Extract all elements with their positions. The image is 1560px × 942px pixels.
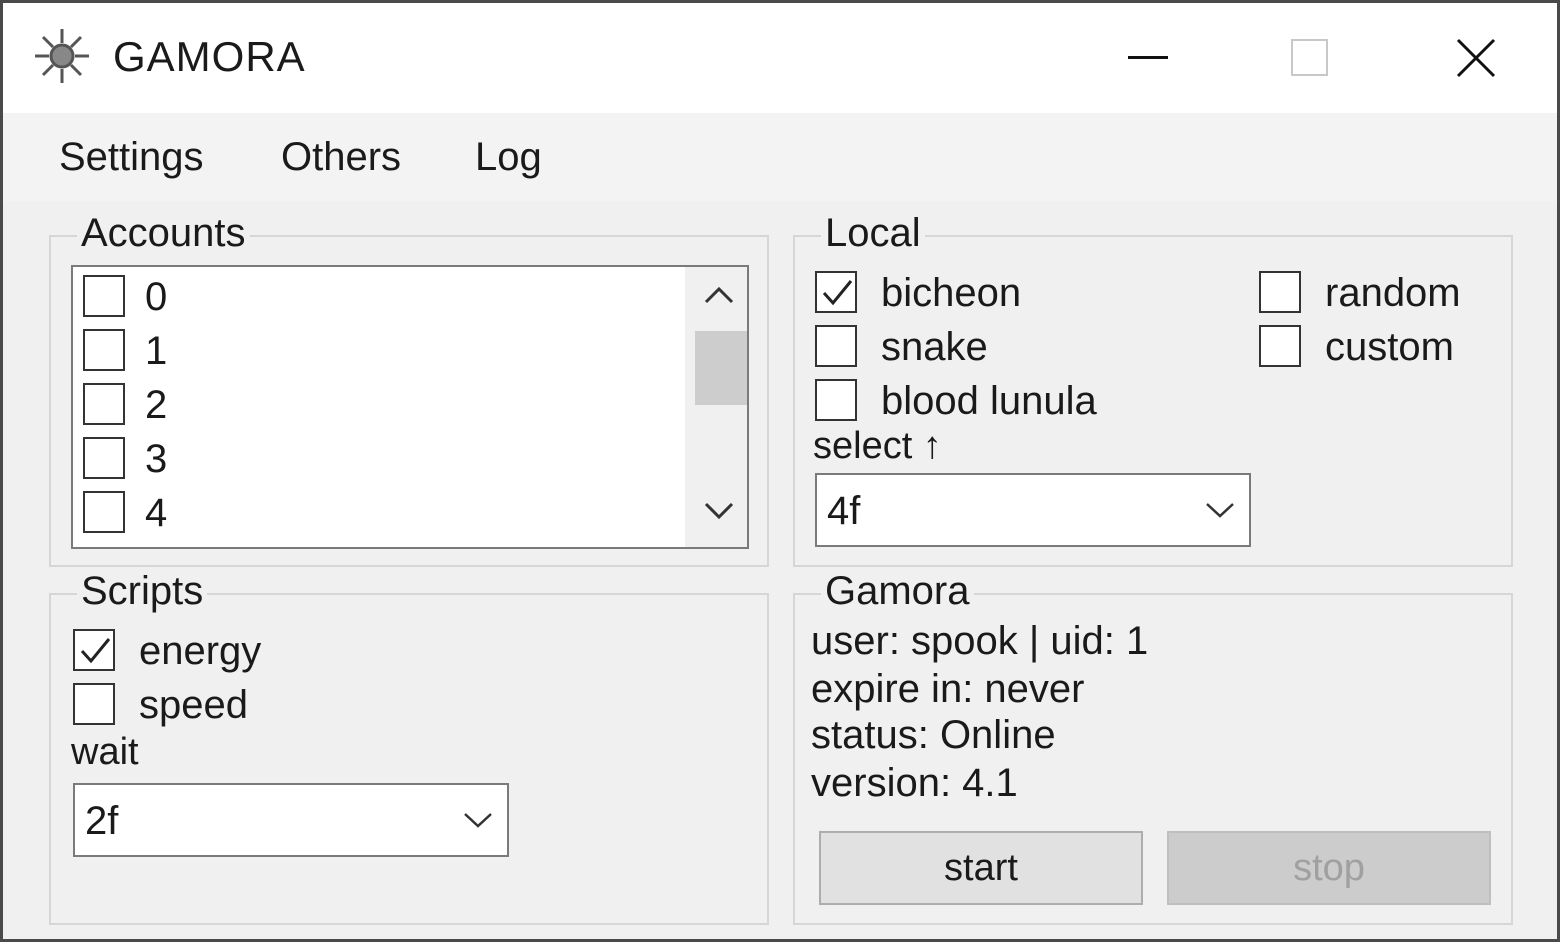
version-info-text: version: 4.1 (811, 761, 1018, 805)
snake-label: snake (881, 325, 988, 369)
energy-label: energy (139, 629, 262, 673)
custom-label: custom (1325, 325, 1454, 369)
scroll-up-button[interactable] (695, 273, 745, 323)
window-title: GAMORA (113, 33, 306, 80)
local-select-dropdown[interactable]: 4f (815, 473, 1251, 547)
minimize-button[interactable] (1073, 3, 1223, 113)
start-button[interactable]: start (819, 831, 1143, 905)
minimize-icon (1128, 56, 1168, 59)
chevron-down-icon (704, 502, 734, 520)
gamora-info-group: Gamora user: spook | uid: 1 expire in: n… (793, 569, 1513, 925)
account-4-checkbox[interactable] (83, 491, 125, 533)
bicheon-checkbox[interactable] (815, 271, 857, 313)
close-button[interactable] (1401, 3, 1551, 113)
account-3-label: 3 (145, 437, 168, 481)
custom-checkbox[interactable] (1259, 325, 1301, 367)
menu-bar: Settings Others Log (3, 113, 1557, 201)
scroll-thumb[interactable] (695, 331, 747, 405)
scripts-legend: Scripts (77, 569, 208, 614)
chevron-down-icon (1206, 503, 1234, 518)
checkmark-icon (80, 638, 111, 664)
chevron-up-icon (704, 286, 734, 304)
snake-checkbox[interactable] (815, 325, 857, 367)
checkmark-icon (822, 280, 853, 306)
chevron-down-icon (464, 813, 492, 828)
blood-lunula-checkbox[interactable] (815, 379, 857, 421)
menu-log[interactable]: Log (475, 135, 542, 180)
status-info-text: status: Online (811, 713, 1056, 757)
speed-checkbox[interactable] (73, 683, 115, 725)
scripts-group: Scripts energy speed wait 2f (49, 569, 769, 925)
accounts-listbox[interactable]: 0 1 2 3 4 (71, 265, 749, 549)
account-0-label: 0 (145, 275, 168, 319)
gamora-legend: Gamora (821, 569, 974, 614)
bicheon-label: bicheon (881, 271, 1022, 315)
speed-label: speed (139, 683, 248, 727)
account-1-checkbox[interactable] (83, 329, 125, 371)
account-4-label: 4 (145, 491, 168, 535)
wait-select-value: 2f (85, 799, 119, 843)
close-icon (1456, 38, 1496, 78)
wait-select-dropdown[interactable]: 2f (73, 783, 509, 857)
random-label: random (1325, 271, 1461, 315)
account-2-checkbox[interactable] (83, 383, 125, 425)
menu-settings[interactable]: Settings (59, 135, 204, 180)
blood-lunula-label: blood lunula (881, 379, 1097, 423)
account-1-label: 1 (145, 329, 168, 373)
random-checkbox[interactable] (1259, 271, 1301, 313)
title-bar[interactable]: GAMORA (3, 3, 1557, 113)
account-2-label: 2 (145, 383, 168, 427)
accounts-group: Accounts 0 1 2 3 4 (49, 211, 769, 567)
wait-label: wait (71, 731, 139, 773)
menu-others[interactable]: Others (281, 135, 401, 180)
account-3-checkbox[interactable] (83, 437, 125, 479)
maximize-button[interactable] (1235, 3, 1385, 113)
accounts-scrollbar[interactable] (685, 267, 747, 547)
accounts-legend: Accounts (77, 211, 250, 256)
maximize-icon (1291, 39, 1328, 76)
account-0-checkbox[interactable] (83, 275, 125, 317)
local-legend: Local (821, 211, 925, 256)
expire-info-text: expire in: never (811, 667, 1085, 711)
app-window: GAMORA Settings Others Log Accounts 0 1 (0, 0, 1560, 942)
select-label: select ↑ (813, 425, 942, 467)
scroll-down-button[interactable] (695, 489, 745, 539)
energy-checkbox[interactable] (73, 629, 115, 671)
stop-button[interactable]: stop (1167, 831, 1491, 905)
virus-icon (31, 25, 93, 87)
user-info-text: user: spook | uid: 1 (811, 619, 1149, 663)
local-select-value: 4f (827, 489, 861, 533)
local-group: Local bicheon snake blood lunula random … (793, 211, 1513, 567)
